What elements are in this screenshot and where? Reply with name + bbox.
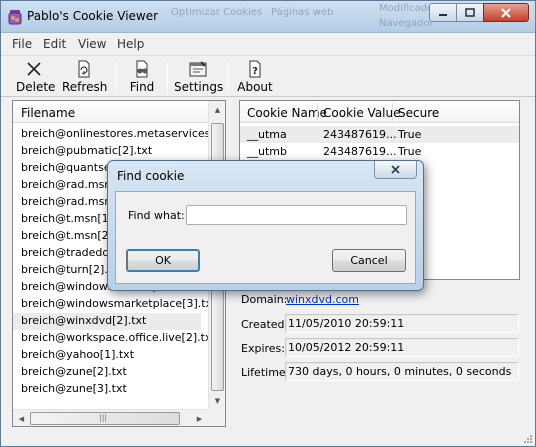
scroll-left-arrow-icon[interactable]: ◀ xyxy=(13,410,30,427)
find-what-input[interactable] xyxy=(186,205,407,225)
window-title: Pablo's Cookie Viewer xyxy=(27,9,159,23)
menu-bar: File Edit View Help xyxy=(1,34,535,54)
cookie-name-cell: __utmb xyxy=(247,145,287,158)
list-item[interactable]: breich@yahoo[1].txt xyxy=(21,346,134,363)
find-dialog: Find cookie Find what: OK Cancel xyxy=(107,160,424,291)
lifetime-value: 730 days, 0 hours, 0 minutes, 0 seconds xyxy=(285,362,519,381)
column-divider xyxy=(392,103,393,121)
lifetime-label: Lifetime: xyxy=(241,366,290,379)
file-list-horizontal-scrollbar[interactable]: ◀ ||| ▶ xyxy=(13,409,208,426)
find-label: Find xyxy=(129,80,155,94)
list-item[interactable]: breich@zune[3].txt xyxy=(21,380,127,397)
refresh-label: Refresh xyxy=(62,80,108,94)
menu-file[interactable]: File xyxy=(12,37,32,51)
cookie-value-cell: 243487619... xyxy=(323,145,397,158)
horizontal-scroll-thumb[interactable]: ||| xyxy=(30,412,180,425)
list-item[interactable]: breich@onlinestores.metaservices.micro xyxy=(21,125,209,142)
cookie-value-column-header[interactable]: Cookie Value xyxy=(323,106,401,120)
cookie-value-cell: 243487619... xyxy=(323,128,397,141)
find-dialog-title: Find cookie xyxy=(117,169,185,183)
domain-label: Domain: xyxy=(241,293,288,306)
about-button[interactable]: ? About xyxy=(237,60,273,94)
settings-tools-icon xyxy=(189,61,207,77)
domain-link[interactable]: winxdvd.com xyxy=(286,293,359,306)
minimize-icon xyxy=(439,13,447,16)
list-item[interactable]: breich@zune[2].txt xyxy=(21,363,127,380)
toolbar: Delete Refresh Find Settings ? About xyxy=(1,55,535,97)
title-bar[interactable]: Optimizar Cookies Páginas web Modificado… xyxy=(1,1,535,33)
toolbar-separator-1 xyxy=(115,62,116,94)
column-divider xyxy=(317,103,318,121)
delete-button[interactable]: Delete xyxy=(16,60,56,94)
menu-help[interactable]: Help xyxy=(117,37,144,51)
ghost-text-1: Optimizar Cookies xyxy=(171,7,263,18)
menu-edit[interactable]: Edit xyxy=(43,37,66,51)
refresh-button[interactable]: Refresh xyxy=(62,60,108,94)
ghost-text-2: Páginas web xyxy=(271,7,334,18)
question-document-icon: ? xyxy=(249,60,261,78)
about-label: About xyxy=(237,80,273,94)
secure-cell: True xyxy=(398,145,422,158)
binoculars-document-icon xyxy=(136,60,148,78)
settings-label: Settings xyxy=(174,80,224,94)
list-item[interactable]: breich@windowsmarketplace[3].txt xyxy=(21,295,209,312)
close-icon xyxy=(391,165,400,174)
ghost-text-3: Modificado xyxy=(379,3,434,14)
find-dialog-body: Find what: OK Cancel xyxy=(115,191,416,284)
find-button[interactable]: Find xyxy=(127,60,157,94)
delete-label: Delete xyxy=(16,80,56,94)
resize-grip-icon[interactable] xyxy=(522,433,534,445)
cancel-button[interactable]: Cancel xyxy=(332,249,406,272)
find-what-label: Find what: xyxy=(128,209,185,222)
list-item[interactable]: breich@pubmatic[2].txt xyxy=(21,142,152,159)
menu-view[interactable]: View xyxy=(78,37,106,51)
ghost-text-4: Navegador xyxy=(379,18,434,29)
thumb-grip-icon: ||| xyxy=(99,413,108,422)
scroll-corner xyxy=(208,409,225,426)
restore-icon xyxy=(465,8,475,17)
svg-text:?: ? xyxy=(252,66,258,77)
close-icon xyxy=(501,7,511,18)
close-button[interactable] xyxy=(483,3,529,22)
toolbar-separator-3 xyxy=(227,62,228,94)
cookie-jar-icon xyxy=(8,10,22,25)
expires-label: Expires: xyxy=(241,342,285,355)
cookie-name-cell: __utma xyxy=(247,128,287,141)
table-row[interactable]: __utma 243487619... True xyxy=(240,126,519,143)
file-list-header: Filename xyxy=(13,101,208,123)
secure-cell: True xyxy=(398,128,422,141)
scroll-up-arrow-icon[interactable]: ▲ xyxy=(209,101,226,118)
created-label: Created: xyxy=(241,318,289,331)
cookie-name-column-header[interactable]: Cookie Name xyxy=(247,106,327,120)
scroll-right-arrow-icon[interactable]: ▶ xyxy=(191,410,208,427)
secure-column-header[interactable]: Secure xyxy=(398,106,439,120)
dialog-close-button[interactable] xyxy=(374,161,417,179)
maximize-button[interactable] xyxy=(456,3,484,22)
list-item[interactable]: breich@workspace.office.live[2].txt xyxy=(21,329,209,346)
table-row[interactable]: __utmb 243487619... True xyxy=(240,143,519,160)
toolbar-separator-2 xyxy=(167,62,168,94)
settings-button[interactable]: Settings xyxy=(174,60,224,94)
filename-column-header[interactable]: Filename xyxy=(21,106,75,120)
cookie-table-header: Cookie Name Cookie Value Secure xyxy=(240,101,519,123)
created-value: 11/05/2010 20:59:11 xyxy=(285,314,519,333)
expires-value: 10/05/2012 20:59:11 xyxy=(285,338,519,357)
list-item-selected[interactable]: breich@winxdvd[2].txt xyxy=(21,312,146,329)
ok-button[interactable]: OK xyxy=(126,249,200,272)
refresh-document-icon xyxy=(78,60,90,78)
x-mark-icon xyxy=(27,62,41,76)
minimize-button[interactable] xyxy=(429,3,457,22)
scroll-down-arrow-icon[interactable]: ▼ xyxy=(209,392,226,409)
